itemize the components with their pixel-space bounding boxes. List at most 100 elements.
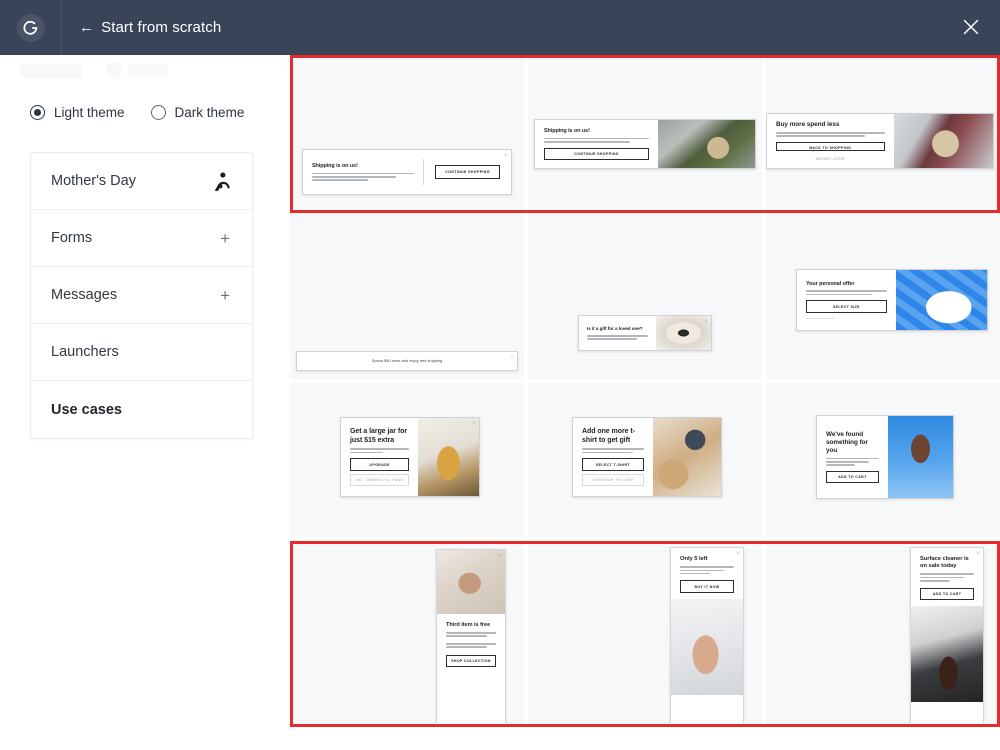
banner-image [887, 416, 953, 498]
template-card-buy-more[interactable]: Buy more spend less BACK TO SHOPPING MAY… [766, 55, 1000, 209]
back-label: Start from scratch [101, 19, 222, 36]
logo-zone [0, 0, 62, 55]
close-icon[interactable] [510, 355, 514, 359]
close-icon[interactable] [504, 153, 508, 157]
banner-body [776, 132, 885, 137]
template-card-gift[interactable]: Is it a gift for a loved one? [528, 213, 762, 379]
banner-cta-button[interactable]: ADD TO CART [826, 470, 879, 484]
banner-heading: Is it a gift for a loved one? [587, 326, 643, 332]
template-gallery: Shipping is on us! CONTINUE SHOPPING Shi… [290, 55, 1000, 750]
banner-cta-button[interactable]: UPGRADE [350, 458, 410, 471]
brand-logo-icon[interactable] [16, 13, 45, 42]
banner-body-2 [446, 642, 496, 648]
template-card-shipping-split[interactable]: Shipping is on us! CONTINUE SHOPPING [290, 55, 524, 209]
template-card-personal-offer[interactable]: Your personal offer SELECT SIZE [766, 213, 1000, 379]
top-bar: ← Start from scratch [0, 0, 1000, 55]
banner-heading: Add one more t-shirt to get gift [582, 427, 635, 444]
banner-cta-button[interactable]: CONTINUE SHOPPING [435, 165, 500, 179]
plus-icon[interactable]: + [220, 287, 230, 304]
banner-body [350, 448, 410, 454]
radio-light-theme[interactable] [30, 105, 45, 120]
sidebar-item-use-cases[interactable]: Use cases [31, 381, 252, 438]
banner-cta-button[interactable]: CONTINUE SHOPPING [544, 147, 650, 161]
sidebar-item-launchers[interactable]: Launchers [31, 324, 252, 381]
sidebar-item-mothers-day[interactable]: Mother's Day [31, 153, 252, 210]
sidebar-item-label: Launchers [51, 344, 119, 360]
template-card-shipping-photo[interactable]: Shipping is on us! CONTINUE SHOPPING [528, 55, 762, 209]
banner-body [826, 457, 879, 466]
sidebar-item-label: Messages [51, 287, 118, 303]
banner-body [544, 137, 650, 143]
banner-body [312, 172, 415, 181]
banner-body [680, 566, 734, 575]
banner-secondary-button[interactable]: NO, THANKS I'LL PASS [350, 473, 410, 487]
ghost-placeholder [20, 60, 200, 86]
gallery-row-3: Get a large jar for just $15 extra UPGRA… [290, 383, 1000, 541]
sidebar-menu: Mother's Day Forms + Messages + Launcher… [30, 152, 253, 439]
banner-image [437, 550, 505, 614]
banner-image [418, 418, 479, 496]
left-panel: Light theme Dark theme Mother's Day Form… [0, 55, 290, 750]
banner-body [920, 573, 974, 582]
banner-secondary-button[interactable]: MAYBE LATER [776, 153, 885, 161]
template-card-one-more-tshirt[interactable]: Add one more t-shirt to get gift SELECT … [528, 383, 762, 537]
banner-heading: Only 5 left [680, 556, 708, 562]
template-card-free-shipping-strip[interactable]: Spend $50 more and enjoy free shipping [290, 213, 524, 379]
banner-heading: Your personal offer [806, 280, 855, 287]
back-to-start-link[interactable]: ← Start from scratch [79, 19, 221, 36]
banner-cta-button[interactable]: ADD TO CART [920, 587, 974, 601]
banner-secondary-button[interactable]: CONTINUE TO CART [582, 473, 644, 487]
close-icon[interactable] [976, 551, 980, 555]
close-icon[interactable] [736, 551, 740, 555]
banner-image [911, 606, 983, 703]
template-card-third-item-free[interactable]: Third item is free SHOP COLLECTION [290, 541, 524, 723]
template-card-surface-cleaner[interactable]: Surface cleaner is on sale today ADD TO … [766, 541, 1000, 723]
sidebar-item-label: Use cases [51, 401, 122, 418]
template-card-large-jar[interactable]: Get a large jar for just $15 extra UPGRA… [290, 383, 524, 537]
banner-heading: We've found something for you [826, 430, 868, 454]
template-card-found-something[interactable]: We've found something for you ADD TO CAR… [766, 383, 1000, 537]
plus-icon[interactable]: + [220, 230, 230, 247]
close-icon[interactable] [498, 553, 502, 557]
banner-heading: Buy more spend less [776, 121, 840, 128]
gallery-row-4: Third item is free SHOP COLLECTION Only … [290, 541, 1000, 727]
banner-image [895, 270, 987, 330]
sidebar-item-label: Mother's Day [51, 173, 136, 189]
theme-option-dark[interactable]: Dark theme [150, 105, 245, 120]
banner-heading: Get a large jar for just $15 extra [350, 427, 408, 444]
gallery-row-2: Spend $50 more and enjoy free shipping I… [290, 213, 1000, 383]
gallery-row-1: Shipping is on us! CONTINUE SHOPPING Shi… [290, 55, 1000, 213]
strip-heading: Spend $50 more and enjoy free shipping [371, 359, 443, 363]
brand-logo-glyph [22, 20, 37, 35]
close-button[interactable] [960, 16, 982, 38]
banner-cta-button[interactable]: SELECT T-SHIRT [582, 458, 644, 471]
banner-heading: Shipping is on us! [544, 127, 590, 134]
banner-cta-button[interactable]: BUY IT NOW [680, 580, 734, 593]
banner-body [806, 290, 887, 296]
banner-heading: Shipping is on us! [312, 163, 358, 169]
banner-cta-button[interactable]: SELECT SIZE [806, 300, 887, 313]
radio-dark-theme[interactable] [150, 105, 166, 120]
banner-cta-button[interactable]: BACK TO SHOPPING [776, 141, 885, 151]
close-icon[interactable] [472, 421, 476, 425]
banner-cta-button[interactable]: SHOP COLLECTION [446, 654, 496, 668]
sidebar-item-forms[interactable]: Forms + [31, 210, 252, 267]
mother-child-icon [215, 171, 230, 191]
banner-heading: Surface cleaner is on sale today [920, 556, 969, 570]
close-icon [963, 19, 979, 35]
template-card-only-5-left[interactable]: Only 5 left BUY IT NOW [528, 541, 762, 723]
banner-heading: Third item is free [446, 622, 491, 628]
dark-theme-label: Dark theme [174, 105, 245, 120]
banner-image [652, 418, 721, 496]
banner-image [671, 598, 743, 695]
sidebar-item-label: Forms [51, 230, 93, 246]
arrow-left-icon: ← [79, 19, 95, 36]
banner-body [446, 631, 496, 637]
banner-image [893, 114, 993, 168]
banner-body [587, 334, 648, 340]
theme-option-light[interactable]: Light theme [30, 105, 125, 120]
sidebar-item-messages[interactable]: Messages + [31, 267, 252, 324]
close-icon[interactable] [704, 319, 708, 323]
banner-image [658, 120, 755, 168]
theme-radio-group: Light theme Dark theme [30, 105, 244, 120]
